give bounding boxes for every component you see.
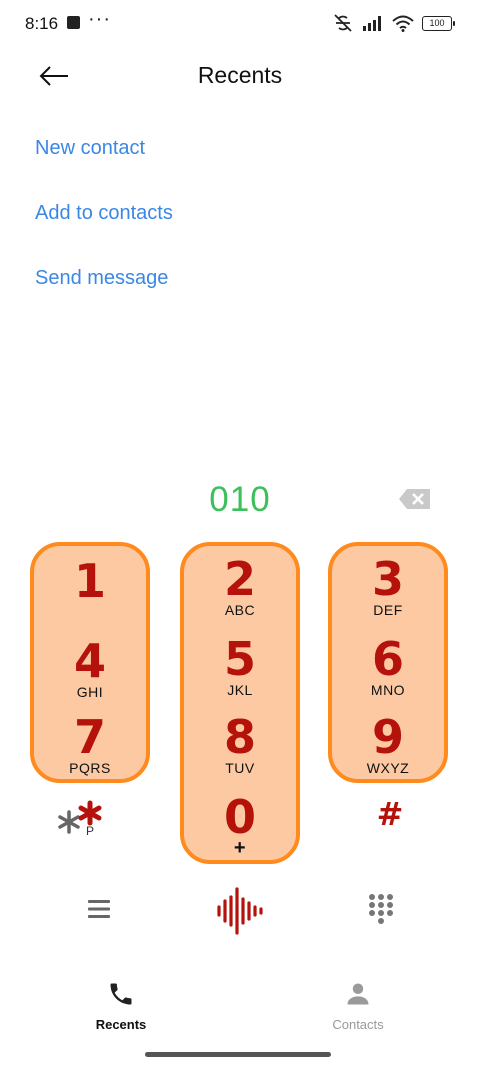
nav-label-recents: Recents	[95, 1017, 147, 1032]
keypad-column-left: 1 4 GHI 7 PQRS	[30, 542, 150, 783]
keypad-column-right: 3 DEF 6 MNO 9 WXYZ	[328, 542, 448, 783]
more-notifications-icon: ···	[88, 8, 111, 30]
key-6[interactable]: 6 MNO	[332, 636, 444, 698]
key-letters: MNO	[370, 682, 406, 698]
key-digit: 5	[223, 632, 256, 686]
key-digit: 6	[371, 632, 404, 686]
key-digit: 8	[223, 710, 256, 764]
page-title: Recents	[197, 62, 283, 88]
menu-button[interactable]	[86, 896, 114, 922]
soundwave-icon	[217, 887, 263, 935]
home-indicator	[145, 1052, 331, 1057]
wifi-icon	[392, 15, 414, 32]
status-bar: 8:16 ··· 100	[0, 0, 480, 48]
key-digit: 4	[73, 634, 106, 688]
nav-tab-contacts[interactable]: Contacts	[298, 980, 418, 1032]
key-letters: +	[233, 837, 247, 859]
key-8[interactable]: 8 TUV	[184, 714, 296, 776]
notification-app-icon	[67, 16, 80, 29]
backspace-icon	[399, 489, 430, 509]
key-1[interactable]: 1	[34, 558, 146, 604]
key-digit: 2	[223, 552, 256, 606]
key-3[interactable]: 3 DEF	[332, 556, 444, 618]
keypad-column-center: 2 ABC 5 JKL 8 TUV 0 +	[180, 542, 300, 864]
key-7[interactable]: 7 PQRS	[34, 714, 146, 776]
add-to-contacts-link[interactable]: Add to contacts	[35, 202, 173, 225]
key-4[interactable]: 4 GHI	[34, 638, 146, 700]
key-0[interactable]: 0 +	[184, 790, 296, 859]
voice-call-button[interactable]	[216, 885, 266, 937]
nav-tab-recents[interactable]: Recents	[61, 980, 181, 1032]
hash-key[interactable]: #	[370, 795, 410, 835]
key-letters: WXYZ	[366, 760, 410, 776]
signal-icon	[363, 16, 381, 31]
menu-icon	[88, 900, 110, 918]
star-key-sub-label: P	[86, 824, 95, 838]
delete-button[interactable]	[398, 487, 432, 511]
key-letters: TUV	[225, 760, 255, 776]
key-5[interactable]: 5 JKL	[184, 636, 296, 698]
key-digit: 1	[73, 554, 106, 608]
status-time: 8:16	[25, 14, 59, 33]
status-icons: 100	[332, 12, 455, 34]
key-letters: DEF	[373, 602, 403, 618]
key-digit: 9	[371, 710, 404, 764]
key-digit: 7	[73, 710, 106, 764]
key-digit: 3	[371, 552, 404, 606]
key-letters: PQRS	[69, 760, 111, 776]
asterisk-icon	[58, 800, 102, 834]
key-letters: GHI	[76, 684, 104, 700]
key-digit: 0	[223, 790, 256, 844]
nav-label-contacts: Contacts	[332, 1017, 384, 1032]
phone-icon	[110, 983, 132, 1005]
key-9[interactable]: 9 WXYZ	[332, 714, 444, 776]
send-message-link[interactable]: Send message	[35, 267, 168, 290]
new-contact-link[interactable]: New contact	[35, 137, 145, 160]
star-key[interactable]: P	[55, 800, 115, 845]
dialpad-toggle-button[interactable]	[368, 893, 394, 925]
vibrate-off-icon	[334, 14, 352, 32]
key-letters: JKL	[227, 682, 253, 698]
battery-icon: 100	[422, 15, 455, 31]
dialpad-icon	[369, 894, 393, 924]
person-icon	[347, 983, 369, 1005]
key-2[interactable]: 2 ABC	[184, 556, 296, 618]
key-letters: ABC	[224, 602, 256, 618]
